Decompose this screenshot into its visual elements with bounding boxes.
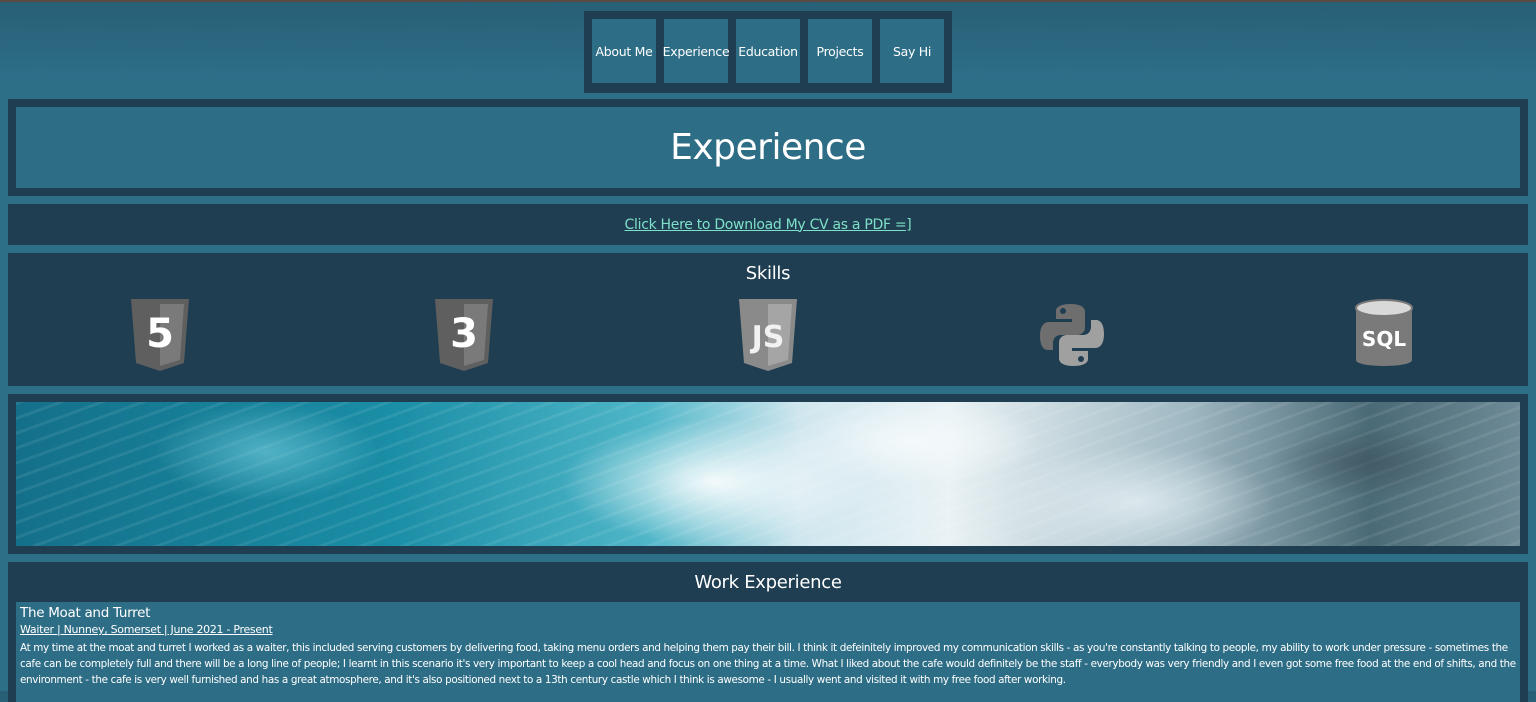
main-nav: About Me Experience Education Projects S… [584, 11, 952, 93]
skills-title: Skills [745, 263, 791, 284]
title-panel: Experience [8, 99, 1528, 196]
nav-say-hi[interactable]: Say Hi [880, 19, 944, 83]
nav-about-me[interactable]: About Me [592, 19, 656, 83]
ocean-banner-image [16, 402, 1520, 546]
job-name: The Moat and Turret [20, 605, 151, 621]
sql-icon: SQL [1351, 297, 1417, 373]
css3-icon: 3 [431, 297, 497, 373]
job-description: At my time at the moat and turret I work… [20, 642, 1516, 686]
job-subtitle[interactable]: Waiter | Nunney, Somerset | June 2021 - … [20, 622, 1516, 638]
download-cv-link[interactable]: Click Here to Download My CV as a PDF =] [625, 217, 912, 233]
html5-icon: 5 [127, 297, 193, 373]
svg-text:5: 5 [146, 311, 174, 357]
skills-panel: Skills 5 3 JS SQL [8, 253, 1528, 386]
svg-text:3: 3 [450, 311, 478, 357]
work-experience-title: Work Experience [694, 572, 842, 593]
work-experience-panel: Work Experience The Moat and Turret Wait… [8, 562, 1528, 702]
svg-text:JS: JS [750, 320, 785, 355]
javascript-icon: JS [735, 297, 801, 373]
nav-education[interactable]: Education [736, 19, 800, 83]
job-entry: The Moat and Turret Waiter | Nunney, Som… [16, 602, 1520, 702]
nav-projects[interactable]: Projects [808, 19, 872, 83]
cv-panel: Click Here to Download My CV as a PDF =] [8, 204, 1528, 245]
page-title: Experience [16, 107, 1520, 188]
nav-experience[interactable]: Experience [663, 19, 730, 83]
python-icon [1039, 297, 1105, 373]
banner-panel [8, 394, 1528, 554]
svg-text:SQL: SQL [1362, 327, 1406, 351]
